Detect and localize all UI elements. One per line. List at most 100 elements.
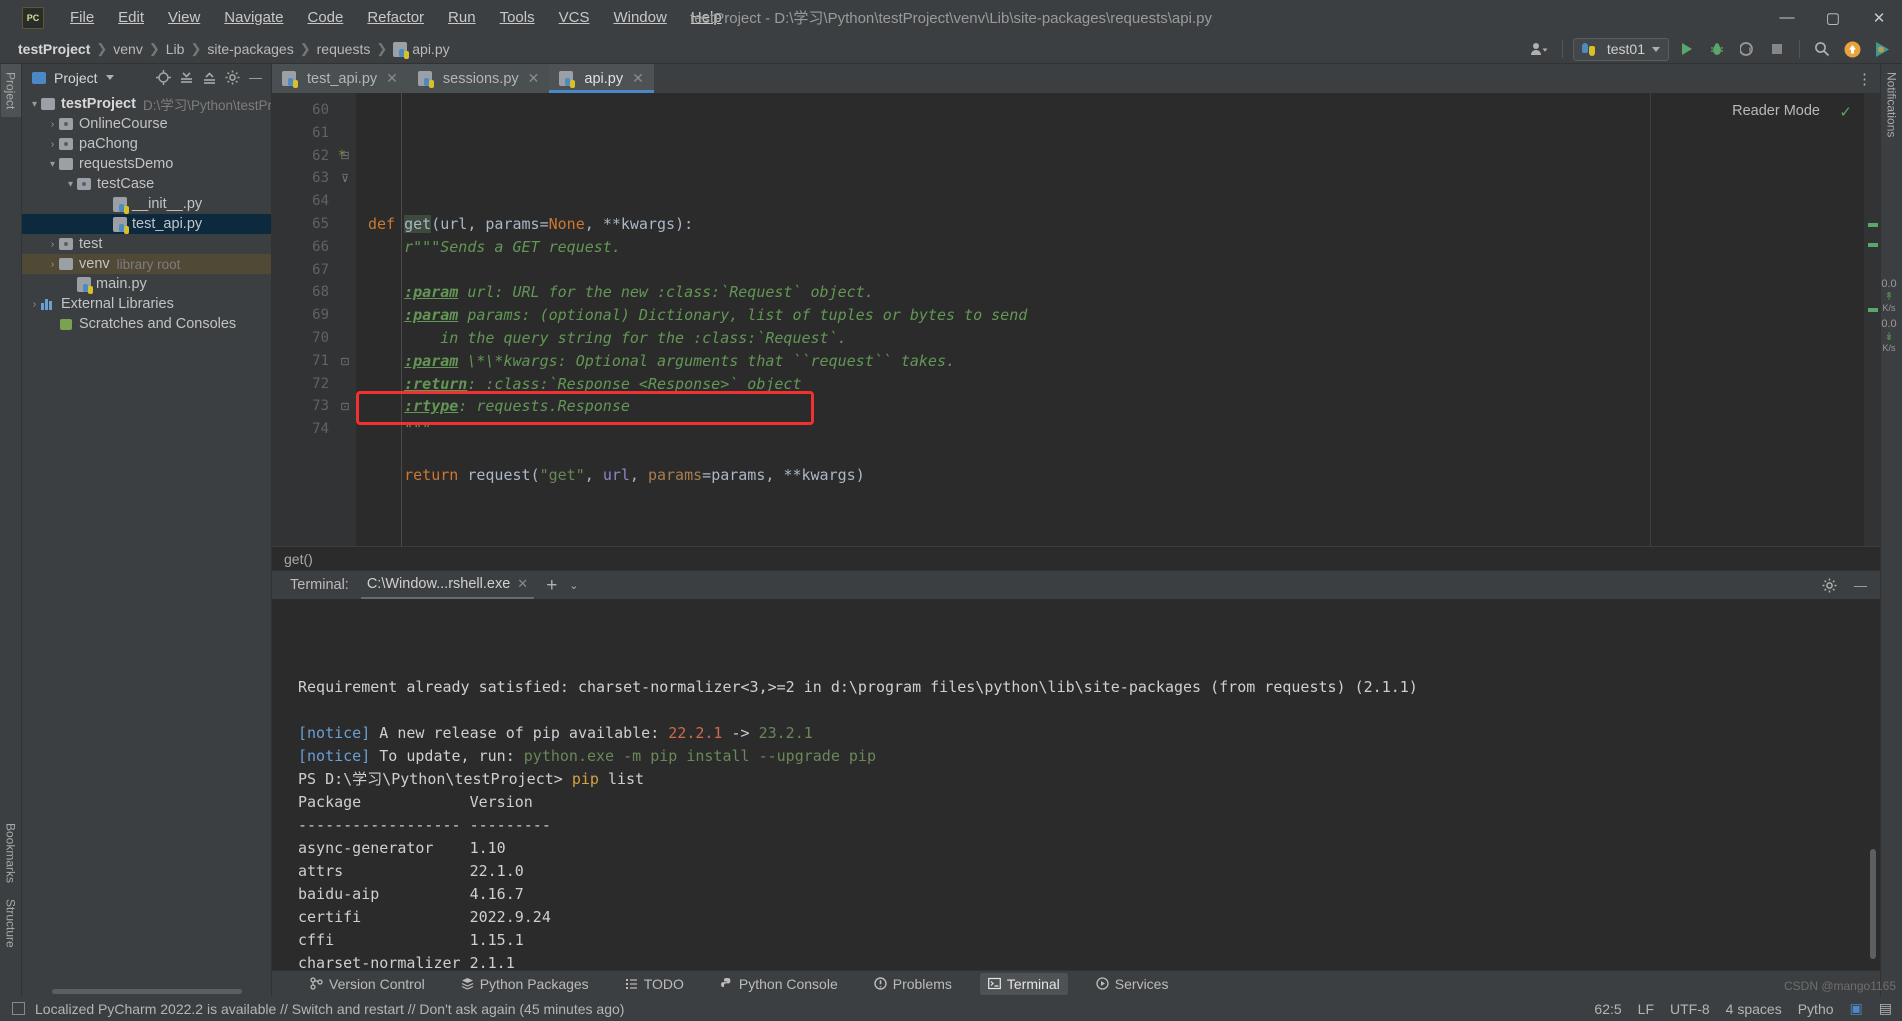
target-icon[interactable] [154,68,173,87]
coverage-icon[interactable] [1735,37,1759,61]
tool-window-button-problems[interactable]: Problems [866,973,960,995]
menu-tools[interactable]: Tools [488,5,547,30]
tool-window-button-services[interactable]: Services [1088,973,1177,995]
hide-panel-icon[interactable]: — [1851,576,1870,595]
code-line[interactable]: in the query string for the :class:`Requ… [356,327,1864,350]
tool-tab-bookmarks[interactable]: Bookmarks [1,815,21,891]
terminal-session-tab[interactable]: C:\Window...rshell.exe ✕ [360,572,535,599]
fold-toggle-icon[interactable]: ⊡ [334,395,356,418]
breadcrumb-item-site-packages[interactable]: site-packages [203,39,297,59]
tree-item-main-py[interactable]: main.py [22,274,271,294]
editor-error-stripe[interactable] [1864,93,1880,546]
new-terminal-icon[interactable]: + [546,576,557,595]
close-icon[interactable]: ✕ [517,576,528,592]
event-log-icon[interactable] [12,1002,25,1015]
inspection-widget-icon[interactable]: ▣ [1850,1000,1863,1017]
chevron-down-icon[interactable]: ▾ [28,99,41,110]
update-icon[interactable] [1840,37,1864,61]
chevron-right-icon[interactable]: › [46,119,59,130]
line-separator[interactable]: LF [1638,1001,1654,1017]
tree-item---init---py[interactable]: __init__.py [22,194,271,214]
tree-item-external-libraries[interactable]: › External Libraries [22,294,271,314]
code-line[interactable] [356,441,1864,464]
breadcrumb-item-api[interactable]: api.py [389,39,453,59]
menu-help[interactable]: Help [679,5,734,30]
close-icon[interactable]: ✕ [528,70,540,87]
menu-window[interactable]: Window [601,5,678,30]
code-editor[interactable]: 60 61 62 * 63 64 65 66 67 68 69 70 71 72 73 74 ⊟ ⊽ ⊡ ⊡ def… [272,93,1880,546]
code-line[interactable] [356,167,1864,190]
tree-item-scratches-and-consoles[interactable]: Scratches and Consoles [22,314,271,334]
project-tree[interactable]: ▾ testProject D:\学习\Python\testPro › OnlineC… [22,91,271,987]
breadcrumb-item-requests[interactable]: requests [313,39,375,59]
editor-tab-sessions[interactable]: sessions.py ✕ [407,64,550,93]
debug-icon[interactable] [1705,37,1729,61]
run-icon[interactable] [1675,37,1699,61]
code-line[interactable]: """ [356,418,1864,441]
breadcrumb-item-project[interactable]: testProject [14,39,94,59]
terminal-scrollbar[interactable] [1870,849,1876,959]
gear-icon[interactable] [1820,576,1839,595]
collapse-all-icon[interactable] [177,68,196,87]
tree-item-testcase[interactable]: ▾ testCase [22,174,271,194]
code-line[interactable]: def get(url, params=None, **kwargs): [356,213,1864,236]
chevron-down-icon[interactable] [105,75,114,80]
chevron-right-icon[interactable]: › [28,299,41,310]
tool-tab-project[interactable]: Project [0,64,21,118]
status-message[interactable]: Localized PyCharm 2022.2 is available //… [35,1001,624,1017]
tool-tab-notifications[interactable]: Notifications [1882,64,1902,145]
tool-window-button-todo[interactable]: TODO [617,973,692,995]
chevron-down-icon[interactable]: ▾ [46,159,59,170]
editor-tab-api[interactable]: api.py ✕ [549,64,655,93]
code-line[interactable] [356,487,1864,510]
tree-item-onlinecourse[interactable]: › OnlineCourse [22,114,271,134]
fold-toggle-icon[interactable]: ⊽ [334,167,356,190]
chevron-right-icon[interactable]: › [46,239,59,250]
minimize-button[interactable]: — [1764,0,1810,35]
breadcrumb-item-venv[interactable]: venv [109,39,147,59]
gear-icon[interactable] [223,68,242,87]
file-encoding[interactable]: UTF-8 [1670,1001,1710,1017]
code-line[interactable]: :param url: URL for the new :class:`Requ… [356,281,1864,304]
menu-edit[interactable]: Edit [106,5,156,30]
run-configuration-selector[interactable]: test01 [1572,37,1669,61]
menu-run[interactable]: Run [436,5,488,30]
tool-tab-structure[interactable]: Structure [1,891,21,956]
tree-item-venv[interactable]: › venv library root [22,254,271,274]
project-tree-hscrollbar[interactable] [22,987,271,996]
menu-view[interactable]: View [156,5,212,30]
menu-vcs[interactable]: VCS [547,5,602,30]
terminal-output[interactable]: Requirement already satisfied: charset-n… [272,599,1880,970]
menu-file[interactable]: File [58,5,106,30]
tree-item-testproject[interactable]: ▾ testProject D:\学习\Python\testPro [22,94,271,114]
python-interpreter[interactable]: Pytho [1798,1001,1834,1017]
stop-icon[interactable] [1765,37,1789,61]
chevron-right-icon[interactable]: › [46,139,59,150]
gutter-mark[interactable]: * [336,145,348,168]
code-line[interactable]: r"""Sends a GET request. [356,236,1864,259]
editor-tab-options-icon[interactable]: ⋮ [1857,64,1880,93]
chevron-down-icon[interactable]: ▾ [64,179,77,190]
expand-all-icon[interactable] [200,68,219,87]
tool-window-button-python-packages[interactable]: Python Packages [453,973,597,995]
code-content[interactable]: def get(url, params=None, **kwargs): r""… [356,93,1864,546]
tree-item-requestsdemo[interactable]: ▾ requestsDemo [22,154,271,174]
search-icon[interactable] [1810,37,1834,61]
tool-window-button-version-control[interactable]: Version Control [302,973,433,995]
tree-item-test[interactable]: › test [22,234,271,254]
chevron-right-icon[interactable]: › [46,259,59,270]
indent-setting[interactable]: 4 spaces [1726,1001,1782,1017]
close-icon[interactable]: ✕ [632,70,644,87]
tool-window-button-terminal[interactable]: Terminal [979,972,1068,995]
lock-icon[interactable]: ▤ [1879,1000,1892,1017]
fold-toggle-icon[interactable]: ⊡ [334,350,356,373]
breadcrumb-item-lib[interactable]: Lib [162,39,189,59]
ide-services-icon[interactable] [1870,37,1894,61]
chevron-down-icon[interactable]: ⌄ [569,579,578,592]
reader-mode-check-icon[interactable]: ✓ [1839,103,1852,121]
maximize-button[interactable]: ▢ [1810,0,1856,35]
menu-navigate[interactable]: Navigate [212,5,295,30]
editor-tab-test_api[interactable]: test_api.py ✕ [272,64,408,93]
close-button[interactable]: ✕ [1856,0,1902,35]
code-line[interactable] [356,190,1864,213]
